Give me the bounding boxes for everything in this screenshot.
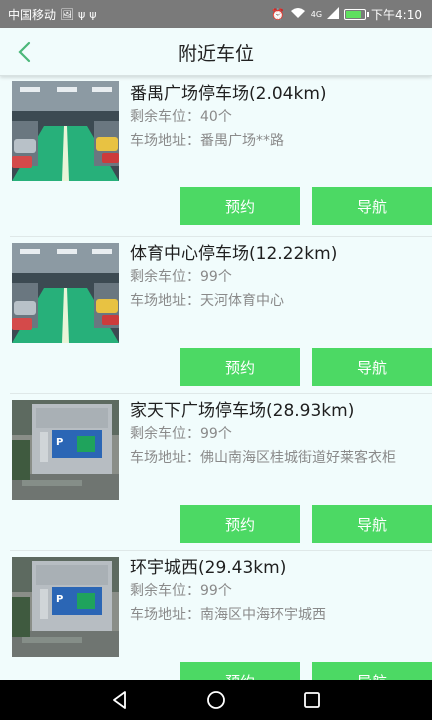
- parking-address: 车场地址：南海区中海环宇城西: [130, 607, 326, 623]
- navigate-button[interactable]: 导航: [312, 187, 432, 225]
- list-item[interactable]: 番禺广场停车场(2.04km) 剩余车位：40个 车场地址：番禺广场**路 预约…: [10, 77, 432, 237]
- usb-icon: ψ: [77, 7, 86, 21]
- clock-label: 下午4:10: [371, 8, 422, 22]
- network-type-label: 4G: [310, 10, 323, 19]
- usb-debug-icon: ψ: [89, 7, 97, 21]
- svg-text:P: P: [56, 437, 63, 448]
- page-title: 附近车位: [177, 43, 254, 65]
- notification-image-icon: 🖼: [60, 7, 74, 21]
- remaining-spaces: 剩余车位：99个: [130, 583, 232, 599]
- list-item[interactable]: 体育中心停车场(12.22km) 剩余车位：99个 车场地址：天河体育中心 预约…: [10, 237, 432, 394]
- alarm-icon: ⏰: [271, 7, 285, 21]
- reserve-button[interactable]: 预约: [180, 505, 300, 543]
- parking-name: 环宇城西(29.43km): [130, 558, 287, 578]
- navigate-button[interactable]: 导航: [312, 505, 432, 543]
- wifi-icon: [290, 7, 306, 23]
- parking-photo: [12, 243, 119, 343]
- remaining-spaces: 剩余车位：99个: [130, 269, 232, 285]
- parking-address: 车场地址：佛山南海区桂城街道好莱客衣柜: [130, 450, 396, 466]
- system-nav-bar: [0, 680, 432, 720]
- app-header: 附近车位: [0, 28, 432, 76]
- parking-address: 车场地址：番禺广场**路: [130, 133, 284, 149]
- remaining-spaces: 剩余车位：40个: [130, 109, 232, 125]
- navigate-button[interactable]: 导航: [312, 348, 432, 386]
- parking-photo: P: [12, 557, 119, 657]
- recents-square-icon[interactable]: [302, 690, 322, 710]
- home-circle-icon[interactable]: [206, 690, 226, 710]
- signal-icon: [327, 6, 340, 23]
- parking-garage-image: [12, 243, 119, 343]
- parking-name: 番禺广场停车场(2.04km): [130, 84, 327, 104]
- back-triangle-icon[interactable]: [110, 690, 130, 710]
- list-item[interactable]: P 环宇城西(29.43km) 剩余车位：99个 车场地址：南海区中海环宇城西 …: [10, 551, 432, 680]
- parking-photo: P: [12, 400, 119, 500]
- navigate-button[interactable]: 导航: [312, 662, 432, 680]
- svg-text:P: P: [56, 594, 63, 605]
- parking-list[interactable]: 番禺广场停车场(2.04km) 剩余车位：40个 车场地址：番禺广场**路 预约…: [0, 77, 432, 680]
- reserve-button[interactable]: 预约: [180, 662, 300, 680]
- list-item[interactable]: P 家天下广场停车场(28.93km) 剩余车位：99个 车场地址：佛山南海区桂…: [10, 394, 432, 551]
- status-bar: 中国移动 🖼 ψ ψ ⏰ 4G 下午4:10: [0, 0, 432, 28]
- remaining-spaces: 剩余车位：99个: [130, 426, 232, 442]
- parking-name: 体育中心停车场(12.22km): [130, 244, 338, 264]
- parking-kiosk-image: P: [12, 400, 119, 500]
- parking-garage-image: [12, 81, 119, 181]
- battery-icon: [344, 9, 370, 20]
- parking-name: 家天下广场停车场(28.93km): [130, 401, 355, 421]
- parking-kiosk-image: P: [12, 557, 119, 657]
- reserve-button[interactable]: 预约: [180, 348, 300, 386]
- parking-address: 车场地址：天河体育中心: [130, 293, 284, 309]
- parking-photo: [12, 81, 119, 181]
- carrier-label: 中国移动: [8, 8, 57, 22]
- reserve-button[interactable]: 预约: [180, 187, 300, 225]
